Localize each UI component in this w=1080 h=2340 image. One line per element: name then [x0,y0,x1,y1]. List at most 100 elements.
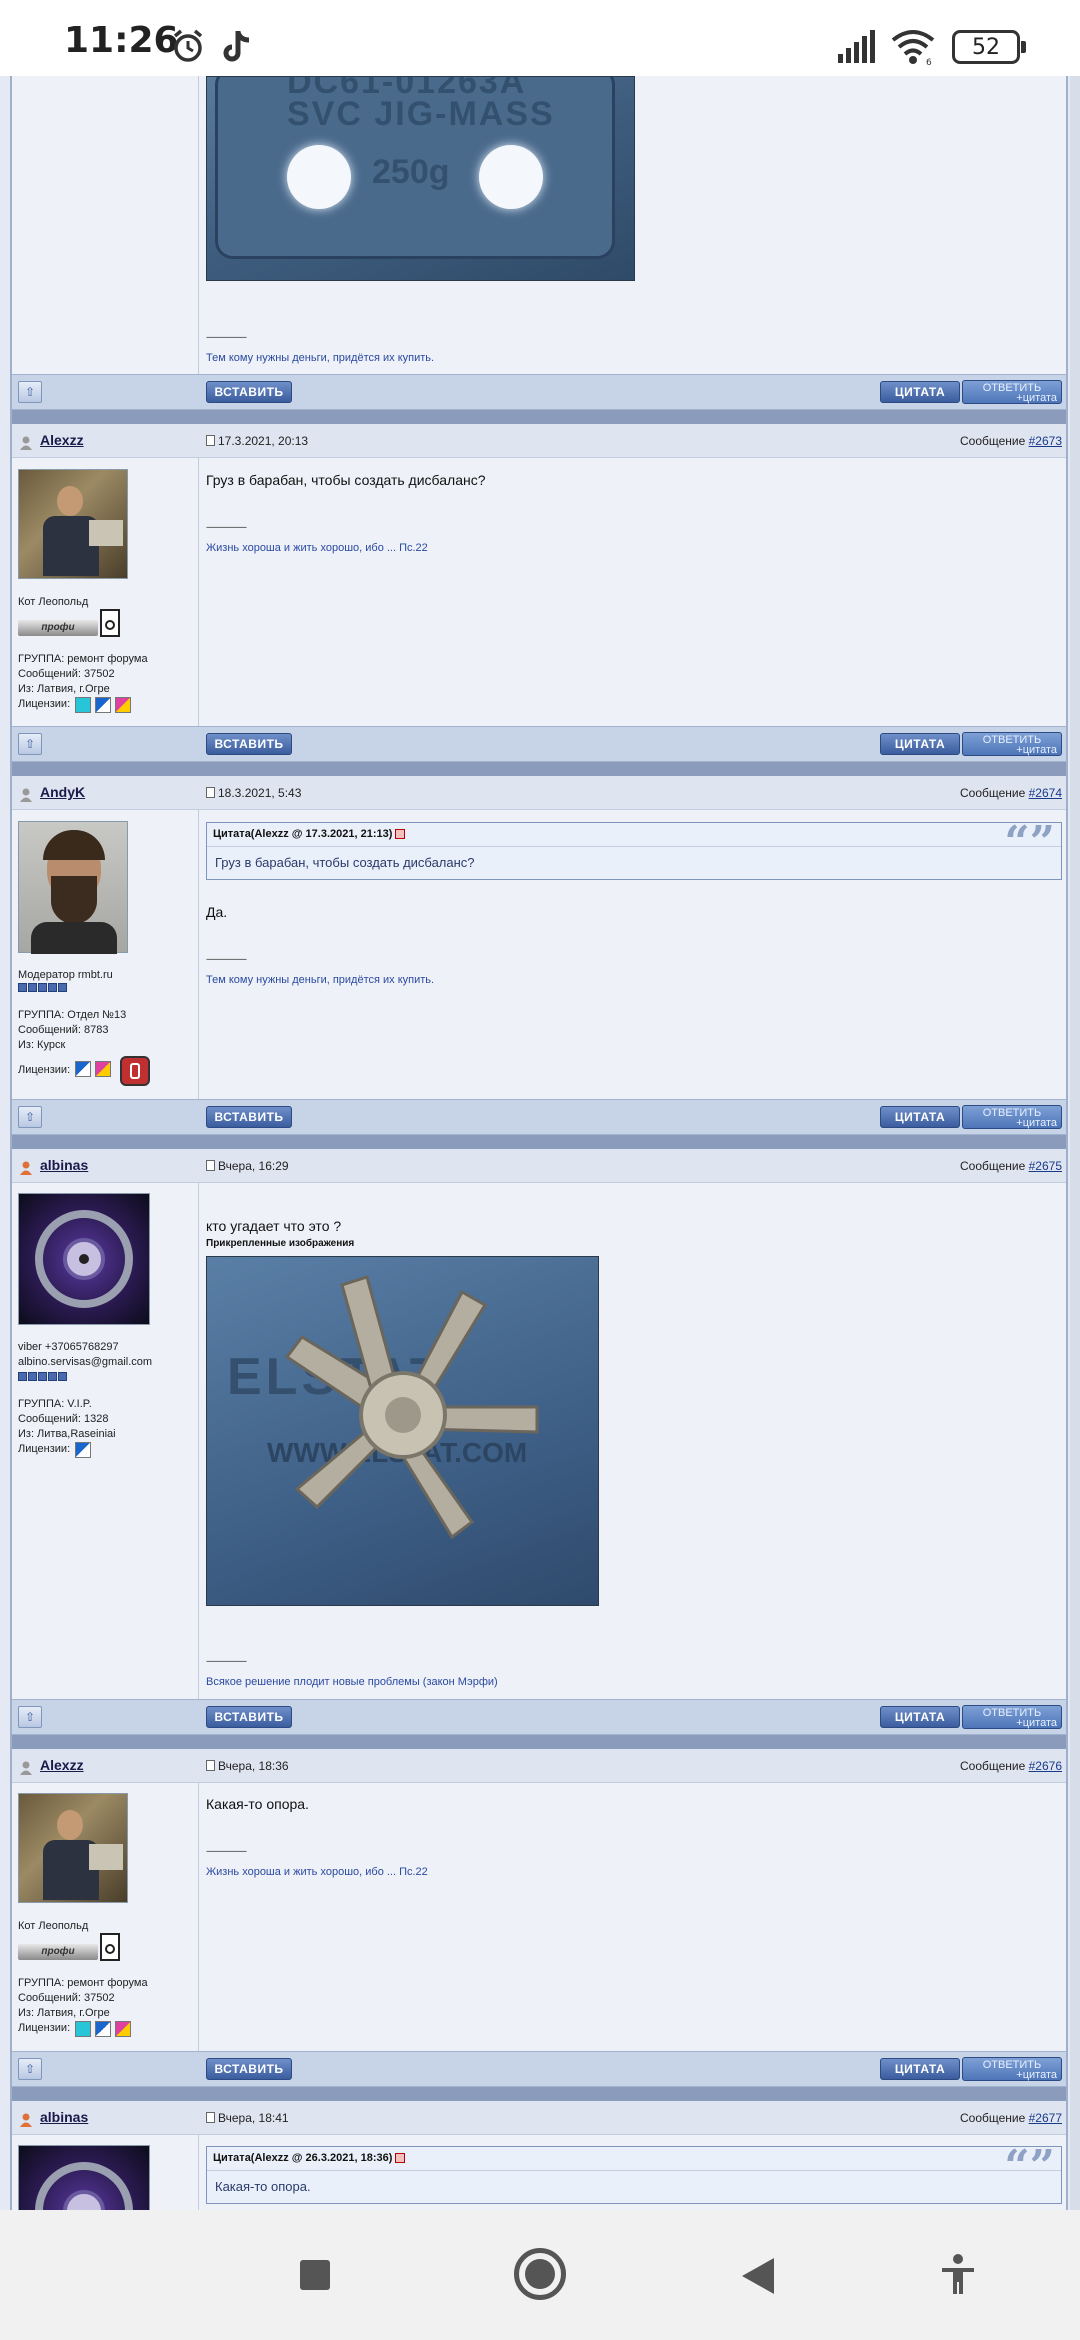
post-number-label: Сообщение [959,2111,1029,2125]
home-button[interactable] [514,2248,566,2300]
scrollbar[interactable] [1070,76,1080,2210]
avatar[interactable] [18,1193,150,1325]
avatar[interactable] [18,469,128,579]
scroll-top-button[interactable]: ⇧ [18,381,42,403]
post-icon [206,435,215,446]
post-number-link[interactable]: #2674 [1029,786,1062,800]
user-title: viber +37065768297 [18,1341,119,1353]
reply-sublabel: +цитата [1016,1117,1057,1129]
rank-badge: профи [18,620,98,636]
rank-label: профи [41,1946,75,1957]
post-header: AndyK 18.3.2021, 5:43 Сообщение #2674 [12,776,1066,810]
reply-quote-button[interactable]: ОТВЕТИТЬ +цитата [962,1705,1062,1729]
user-location: Из: Литва,Raseiniai [18,1428,116,1440]
post-separator [12,410,1066,424]
user-message-count: Сообщений: 8783 [18,1024,109,1036]
insert-button[interactable]: ВСТАВИТЬ [206,1106,292,1128]
username-link[interactable]: albinas [40,1157,88,1173]
scroll-top-button[interactable]: ⇧ [18,2058,42,2080]
rank-badge: профи [18,1944,98,1960]
scroll-top-button[interactable]: ⇧ [18,1106,42,1128]
quote-header: Цитата(Alexzz @ 26.3.2021, 18:36) [207,2147,1061,2171]
user-email: albino.servisas@gmail.com [18,1356,153,1368]
license-icon [115,2021,131,2037]
post-number-link[interactable]: #2677 [1029,2111,1062,2125]
post-separator [12,762,1066,776]
system-nav-bar [0,2210,1080,2340]
washer-icon [100,1933,120,1961]
username-link[interactable]: Alexzz [40,432,84,448]
forum-page[interactable]: DC61-01263A SVC JIG-MASS 250g ----------… [0,76,1080,2210]
quote-label: ЦИТАТА [894,1110,946,1124]
attached-image-jig-mass[interactable]: DC61-01263A SVC JIG-MASS 250g [206,76,635,281]
rank-dots [18,1372,67,1381]
username-link[interactable]: albinas [40,2109,88,2125]
insert-label: ВСТАВИТЬ [214,1110,284,1124]
license-icon [75,1442,91,1458]
quote-block: Цитата(Alexzz @ 17.3.2021, 21:13) “” Гру… [206,821,1062,880]
insert-button[interactable]: ВСТАВИТЬ [206,381,292,403]
post-separator [12,1135,1066,1149]
signature-divider: -------------------- [206,1656,247,1666]
tiktok-icon [223,31,250,62]
quote-button[interactable]: ЦИТАТА [880,1106,960,1128]
quote-label: ЦИТАТА [894,1710,946,1724]
user-offline-icon [20,436,32,450]
quote-button[interactable]: ЦИТАТА [880,381,960,403]
post-date: Вчера, 16:29 [218,1159,289,1173]
user-group: ГРУППА: ремонт форума [18,1977,148,1989]
recent-apps-button[interactable] [300,2260,330,2290]
insert-button[interactable]: ВСТАВИТЬ [206,1706,292,1728]
quote-label: ЦИТАТА [894,385,946,399]
insert-button[interactable]: ВСТАВИТЬ [206,2058,292,2080]
reply-sublabel: +цитата [1016,2069,1057,2081]
reply-quote-button[interactable]: ОТВЕТИТЬ +цитата [962,380,1062,404]
accessibility-icon[interactable] [940,2254,976,2296]
reply-quote-button[interactable]: ОТВЕТИТЬ +цитата [962,732,1062,756]
quote-link-icon[interactable] [395,829,406,840]
quote-link-icon[interactable] [395,2153,406,2164]
attached-image-spider[interactable]: ELSTAT WWW.ELSTAT.COM [206,1256,599,1606]
post-date: 18.3.2021, 5:43 [218,786,302,800]
avatar[interactable] [18,821,128,954]
post-header: Alexzz 17.3.2021, 20:13 Сообщение #2673 [12,424,1066,458]
license-icon [115,697,131,713]
post-number-link[interactable]: #2675 [1029,1159,1062,1173]
post-separator [12,1735,1066,1749]
post-number-label: Сообщение [959,1159,1029,1173]
reply-quote-button[interactable]: ОТВЕТИТЬ +цитата [962,2057,1062,2081]
quote-button[interactable]: ЦИТАТА [880,2058,960,2080]
post-text: Какая-то опора. [206,1796,309,1812]
license-icon [75,697,91,713]
back-icon[interactable] [740,2256,776,2296]
signature-divider: -------------------- [206,332,247,342]
svg-text:6: 6 [926,58,932,66]
quote-button[interactable]: ЦИТАТА [880,1706,960,1728]
license-icon [95,2021,111,2037]
signature-divider: -------------------- [206,1846,247,1856]
post-number-label: Сообщение [959,786,1029,800]
username-link[interactable]: Alexzz [40,1757,84,1773]
post-action-bar: ⇧ ВСТАВИТЬ ЦИТАТА ОТВЕТИТЬ +цитата [12,1699,1066,1735]
avatar[interactable] [18,2145,150,2210]
insert-button[interactable]: ВСТАВИТЬ [206,733,292,755]
user-licenses: Лицензии: [18,698,71,710]
quote-button[interactable]: ЦИТАТА [880,733,960,755]
reply-sublabel: +цитата [1016,744,1057,756]
post-number-link[interactable]: #2673 [1029,434,1062,448]
avatar[interactable] [18,1793,128,1903]
license-icon [75,2021,91,2037]
user-location: Из: Латвия, г.Огре [18,683,110,695]
user-title: Модератор rmbt.ru [18,969,113,981]
scroll-top-button[interactable]: ⇧ [18,1706,42,1728]
user-licenses: Лицензии: [18,1443,71,1455]
battery-icon: 52 [952,30,1026,64]
scroll-top-button[interactable]: ⇧ [18,733,42,755]
post-text: Груз в барабан, чтобы создать дисбаланс? [206,472,486,488]
reply-quote-button[interactable]: ОТВЕТИТЬ +цитата [962,1105,1062,1129]
username-link[interactable]: AndyK [40,784,85,800]
post-number-link[interactable]: #2676 [1029,1759,1062,1773]
quote-text: Груз в барабан, чтобы создать дисбаланс? [215,855,475,870]
quote-header: Цитата(Alexzz @ 17.3.2021, 21:13) [207,823,1061,847]
user-offline-icon [20,788,32,802]
